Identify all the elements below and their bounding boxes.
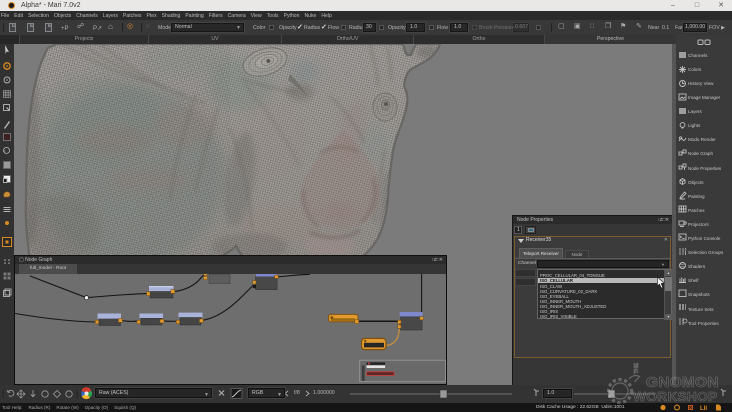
svg-text:LII: LII [700,406,707,412]
